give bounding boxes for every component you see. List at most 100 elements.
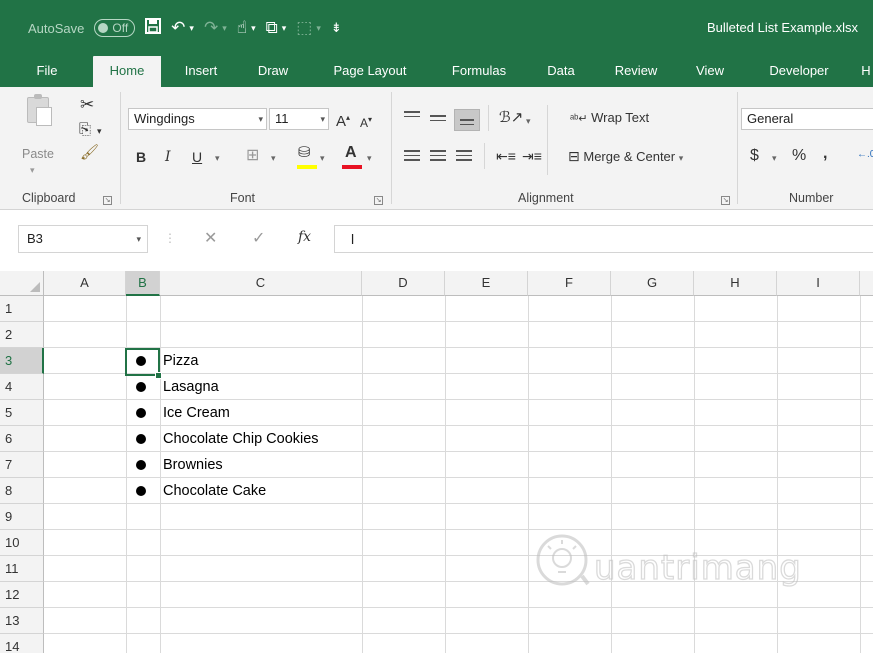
bullet-icon[interactable] <box>136 408 146 418</box>
copy-icon[interactable]: ⎘ <box>79 120 91 140</box>
column-header-f[interactable]: F <box>528 271 611 296</box>
currency-dropdown-icon[interactable]: ▾ <box>772 148 777 168</box>
shrink-font-button[interactable]: A▾ <box>360 110 372 133</box>
merge-center-button[interactable]: ⊟ Merge & Center ▾ <box>568 146 683 168</box>
column-header-g[interactable]: G <box>611 271 694 296</box>
touch-mode-icon[interactable]: ☝ <box>237 19 247 37</box>
worksheet-grid[interactable]: A B C D E F G H I 1 2 3 4 5 6 7 8 9 10 1… <box>0 271 873 653</box>
align-left-icon[interactable] <box>404 150 420 162</box>
save-icon[interactable] <box>145 18 162 38</box>
paste-dropdown-icon[interactable]: ▾ <box>30 160 35 180</box>
font-size-combo[interactable]: 11 ▾ <box>269 108 329 130</box>
column-header-a[interactable]: A <box>44 271 126 296</box>
column-header-i[interactable]: I <box>777 271 860 296</box>
bullet-icon[interactable] <box>136 460 146 470</box>
tab-help[interactable]: H <box>858 56 873 87</box>
tab-review[interactable]: Review <box>604 56 668 87</box>
format-painter-icon[interactable]: 🖌 <box>80 143 99 163</box>
customize-qat-icon[interactable]: ⇟ <box>331 19 342 37</box>
formula-input[interactable]: l <box>334 225 873 253</box>
font-launcher-icon[interactable]: ↘ <box>374 196 383 205</box>
increase-indent-icon[interactable]: ⇥≡ <box>522 146 542 166</box>
font-color-dropdown-icon[interactable]: ▾ <box>367 148 372 168</box>
percent-button[interactable]: % <box>792 146 806 166</box>
tab-home[interactable]: Home <box>93 56 161 87</box>
column-header-b[interactable]: B <box>126 271 160 296</box>
bottom-align-icon[interactable] <box>454 109 480 131</box>
bullet-icon[interactable] <box>136 486 146 496</box>
sitemap-icon[interactable]: ⧉ <box>266 19 278 37</box>
align-right-icon[interactable] <box>456 150 472 162</box>
tab-file[interactable]: File <box>28 56 66 87</box>
touch-dropdown-icon[interactable]: ▾ <box>251 19 256 37</box>
undo-icon[interactable]: ↶ <box>171 19 185 37</box>
borders-dropdown-icon[interactable]: ▾ <box>271 148 276 168</box>
row-header-1[interactable]: 1 <box>0 296 44 322</box>
cell-c8[interactable]: Chocolate Cake <box>163 478 266 504</box>
middle-align-icon[interactable] <box>430 115 446 127</box>
orientation-dropdown-icon[interactable]: ▾ <box>526 111 531 131</box>
column-header-c[interactable]: C <box>160 271 362 296</box>
row-header-9[interactable]: 9 <box>0 504 44 530</box>
currency-button[interactable]: $ <box>750 146 759 166</box>
row-header-2[interactable]: 2 <box>0 322 44 348</box>
decrease-indent-icon[interactable]: ⇤≡ <box>496 146 516 166</box>
row-header-4[interactable]: 4 <box>0 374 44 400</box>
cell-c5[interactable]: Ice Cream <box>163 400 230 426</box>
autosave-toggle[interactable]: Off <box>94 19 136 37</box>
italic-button[interactable]: I <box>165 147 171 167</box>
select-all-button[interactable] <box>0 271 44 296</box>
tab-formulas[interactable]: Formulas <box>440 56 518 87</box>
number-format-combo[interactable]: General <box>741 108 873 130</box>
tab-data[interactable]: Data <box>537 56 585 87</box>
font-name-combo[interactable]: Wingdings ▾ <box>128 108 267 130</box>
row-header-10[interactable]: 10 <box>0 530 44 556</box>
bullet-icon[interactable] <box>136 382 146 392</box>
underline-dropdown-icon[interactable]: ▾ <box>215 148 220 168</box>
tab-insert[interactable]: Insert <box>175 56 227 87</box>
top-align-icon[interactable] <box>404 111 420 123</box>
cell-c3[interactable]: Pizza <box>163 348 198 374</box>
row-header-8[interactable]: 8 <box>0 478 44 504</box>
copy-dropdown-icon[interactable]: ▾ <box>97 121 102 141</box>
fill-handle[interactable] <box>155 372 162 379</box>
tab-view[interactable]: View <box>688 56 732 87</box>
row-header-12[interactable]: 12 <box>0 582 44 608</box>
cell-c7[interactable]: Brownies <box>163 452 223 478</box>
comma-button[interactable]: , <box>823 144 827 164</box>
undo-dropdown-icon[interactable]: ▾ <box>189 19 194 37</box>
clipboard-launcher-icon[interactable]: ↘ <box>103 196 112 205</box>
fill-color-icon[interactable]: ⛁ <box>298 143 311 163</box>
bullet-icon[interactable] <box>136 434 146 444</box>
bold-button[interactable]: B <box>136 147 146 167</box>
cell-c6[interactable]: Chocolate Chip Cookies <box>163 426 319 452</box>
tab-developer[interactable]: Developer <box>752 56 846 87</box>
tab-draw[interactable]: Draw <box>248 56 298 87</box>
borders-icon[interactable]: ⊞ <box>246 146 259 166</box>
cell-c4[interactable]: Lasagna <box>163 374 219 400</box>
column-header-d[interactable]: D <box>362 271 445 296</box>
row-header-5[interactable]: 5 <box>0 400 44 426</box>
row-header-14[interactable]: 14 <box>0 634 44 653</box>
cancel-entry-icon[interactable]: ✕ <box>204 228 217 248</box>
paste-button[interactable]: Paste <box>22 147 54 161</box>
column-header-e[interactable]: E <box>445 271 528 296</box>
column-header-h[interactable]: H <box>694 271 777 296</box>
font-color-icon[interactable]: A <box>345 143 357 163</box>
row-header-6[interactable]: 6 <box>0 426 44 452</box>
row-header-13[interactable]: 13 <box>0 608 44 634</box>
row-header-11[interactable]: 11 <box>0 556 44 582</box>
alignment-launcher-icon[interactable]: ↘ <box>721 196 730 205</box>
align-center-icon[interactable] <box>430 150 446 162</box>
sitemap-dropdown-icon[interactable]: ▾ <box>282 19 287 37</box>
tab-page-layout[interactable]: Page Layout <box>320 56 420 87</box>
grow-font-button[interactable]: A▴ <box>336 108 350 132</box>
increase-decimal-icon[interactable]: ←.0 <box>857 145 873 165</box>
cut-icon[interactable]: ✂ <box>80 95 94 115</box>
wrap-text-button[interactable]: ᵃᵇ↵ Wrap Text <box>570 108 649 129</box>
confirm-entry-icon[interactable]: ✓ <box>252 228 265 248</box>
paste-icon[interactable] <box>27 94 52 126</box>
underline-button[interactable]: U <box>192 147 202 167</box>
formula-bar-grip-icon[interactable]: ⋮ <box>164 231 176 245</box>
fill-color-dropdown-icon[interactable]: ▾ <box>320 148 325 168</box>
